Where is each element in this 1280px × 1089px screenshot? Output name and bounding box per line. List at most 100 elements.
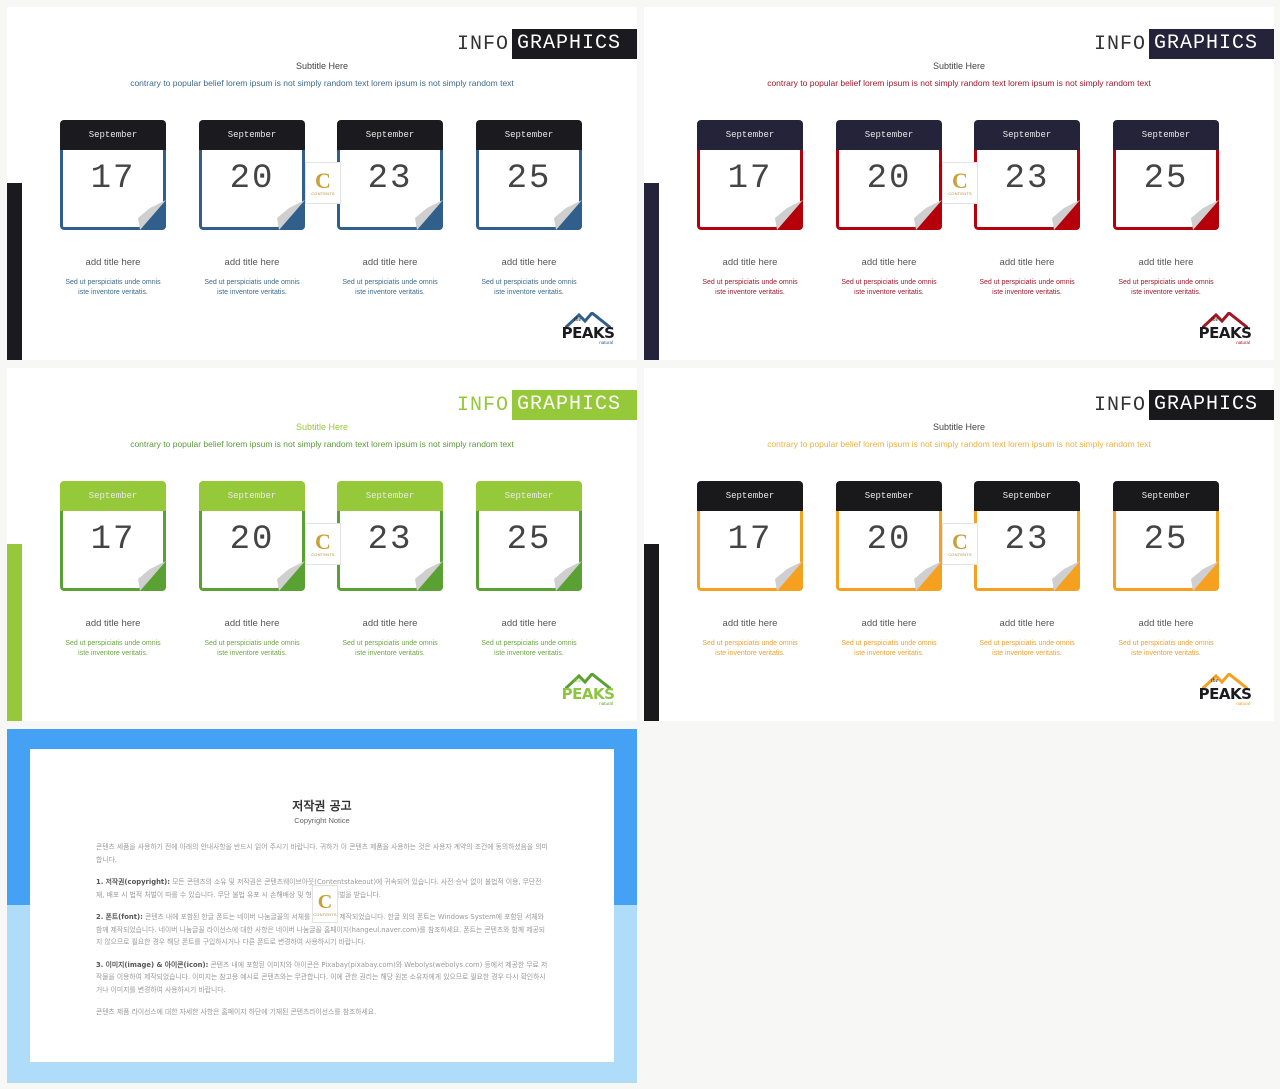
logo-the: the xyxy=(1211,317,1219,323)
calendar-day: 20 xyxy=(866,160,912,198)
info-item: add title here Sed ut perspiciatis unde … xyxy=(476,618,582,659)
logo-the: the xyxy=(574,678,582,684)
calendar-month: September xyxy=(836,481,942,511)
item-title: add title here xyxy=(501,618,557,629)
item-text-line: Sed ut perspiciatis unde omnis xyxy=(342,640,438,647)
calendar-card: September 23 xyxy=(337,120,443,230)
copyright-body: 콘텐츠 세품을 사용하기 전에 아래의 안내사항을 반드시 읽어 주시기 바랍니… xyxy=(96,841,548,1029)
title-graphics: GRAPHICS xyxy=(511,390,637,420)
subtitle: Subtitle Here xyxy=(295,61,349,71)
item-text: Sed ut perspiciatis unde omnis iste inve… xyxy=(697,639,803,659)
contents-badge: C CONTENTS xyxy=(312,885,338,923)
description: contrary to popular belief lorem ipsum i… xyxy=(767,78,1151,88)
item-title: add title here xyxy=(224,257,280,268)
info-item: add title here Sed ut perspiciatis unde … xyxy=(199,257,305,298)
item-text-line: Sed ut perspiciatis unde omnis xyxy=(481,279,577,286)
copyright-intro: 콘텐츠 세품을 사용하기 전에 아래의 안내사항을 반드시 읽어 주시기 바랍니… xyxy=(96,843,548,864)
calendar-day: 23 xyxy=(1004,521,1050,559)
item-text: Sed ut perspiciatis unde omnis iste inve… xyxy=(476,639,582,659)
calendar-month: September xyxy=(337,481,443,511)
calendar-card: September 20 xyxy=(199,120,305,230)
calendar-page: 23 xyxy=(337,150,443,230)
calendar-row: September 17 September 20 September 23 S… xyxy=(697,481,1222,591)
title-info: INFO xyxy=(456,32,509,56)
peaks-logo: the PEAKS natural xyxy=(559,312,617,346)
info-item: add title here Sed ut perspiciatis unde … xyxy=(697,618,803,659)
slide-title: INFO GRAPHICS xyxy=(1094,29,1274,59)
slide-title: INFO GRAPHICS xyxy=(457,390,637,420)
calendar-page: 25 xyxy=(1113,150,1219,230)
calendar-day: 17 xyxy=(727,160,773,198)
calendar-page: 17 xyxy=(60,150,166,230)
logo-natural: natural xyxy=(1236,340,1250,345)
page-curl-icon xyxy=(275,561,305,591)
calendar-card: September 17 xyxy=(697,481,803,591)
description: contrary to popular belief lorem ipsum i… xyxy=(130,439,514,449)
title-graphics: GRAPHICS xyxy=(511,29,637,59)
info-item: add title here Sed ut perspiciatis unde … xyxy=(697,257,803,298)
item-text-line: Sed ut perspiciatis unde omnis xyxy=(342,279,438,286)
calendar-day: 23 xyxy=(1004,160,1050,198)
item-text-line: iste inventore veritatis. xyxy=(854,650,924,657)
calendar-page: 23 xyxy=(974,150,1080,230)
page-curl-icon xyxy=(136,200,166,230)
contents-logo-icon: C xyxy=(317,890,333,913)
item-text-line: Sed ut perspiciatis unde omnis xyxy=(65,640,161,647)
calendar-month: September xyxy=(476,120,582,150)
calendar-card: September 23 xyxy=(337,481,443,591)
calendar-month: September xyxy=(476,481,582,511)
logo-natural: natural xyxy=(1236,701,1250,706)
item-text-line: iste inventore veritatis. xyxy=(355,650,425,657)
peaks-logo: the PEAKS natural xyxy=(1196,673,1254,707)
page-curl-icon xyxy=(413,561,443,591)
item-title: add title here xyxy=(362,618,418,629)
item-text-line: iste inventore veritatis. xyxy=(1131,650,1201,657)
title-info: INFO xyxy=(456,393,509,417)
calendar-card: September 20 xyxy=(199,481,305,591)
calendar-row: September 17 September 20 September 23 S… xyxy=(60,481,585,591)
description: contrary to popular belief lorem ipsum i… xyxy=(130,78,514,88)
item-title: add title here xyxy=(999,257,1055,268)
item-text: Sed ut perspiciatis unde omnis iste inve… xyxy=(1113,639,1219,659)
logo-the: the xyxy=(1211,678,1219,684)
item-title: add title here xyxy=(1138,257,1194,268)
item-title: add title here xyxy=(501,257,557,268)
side-accent-bar xyxy=(644,183,659,360)
section-label: 1. 저작권(copyright): xyxy=(96,878,170,886)
side-accent-bar xyxy=(7,544,22,721)
item-title: add title here xyxy=(85,618,141,629)
peaks-logo: the PEAKS natural xyxy=(1196,312,1254,346)
item-text-line: iste inventore veritatis. xyxy=(217,289,287,296)
infographic-slide-green: INFO GRAPHICS Subtitle Here contrary to p… xyxy=(7,368,637,721)
calendar-page: 20 xyxy=(199,150,305,230)
info-item: add title here Sed ut perspiciatis unde … xyxy=(60,618,166,659)
calendar-month: September xyxy=(199,481,305,511)
item-text-line: Sed ut perspiciatis unde omnis xyxy=(841,640,937,647)
contents-badge: C CONTENTS xyxy=(942,523,978,565)
page-curl-icon xyxy=(1050,200,1080,230)
calendar-day: 20 xyxy=(229,160,275,198)
item-text: Sed ut perspiciatis unde omnis iste inve… xyxy=(836,639,942,659)
calendar-month: September xyxy=(60,481,166,511)
slide-title: INFO GRAPHICS xyxy=(1094,390,1274,420)
item-text: Sed ut perspiciatis unde omnis iste inve… xyxy=(974,639,1080,659)
page-curl-icon xyxy=(1050,561,1080,591)
contents-logo-icon: C xyxy=(952,528,968,554)
item-text-line: Sed ut perspiciatis unde omnis xyxy=(841,279,937,286)
side-accent-bar xyxy=(7,183,22,360)
section-label: 2. 폰트(font): xyxy=(96,913,143,921)
page-curl-icon xyxy=(773,200,803,230)
item-text-line: Sed ut perspiciatis unde omnis xyxy=(702,640,798,647)
logo-the: the xyxy=(574,317,582,323)
item-text-line: Sed ut perspiciatis unde omnis xyxy=(979,279,1075,286)
calendar-page: 25 xyxy=(476,511,582,591)
calendar-card: September 17 xyxy=(60,120,166,230)
calendar-month: September xyxy=(974,120,1080,150)
section-label: 3. 이미지(image) & 아이콘(icon): xyxy=(96,960,209,969)
page-curl-icon xyxy=(275,200,305,230)
copyright-subtitle: Copyright Notice xyxy=(294,816,350,825)
item-text-line: iste inventore veritatis. xyxy=(494,650,564,657)
page-curl-icon xyxy=(912,200,942,230)
calendar-page: 25 xyxy=(476,150,582,230)
calendar-day: 23 xyxy=(367,521,413,559)
